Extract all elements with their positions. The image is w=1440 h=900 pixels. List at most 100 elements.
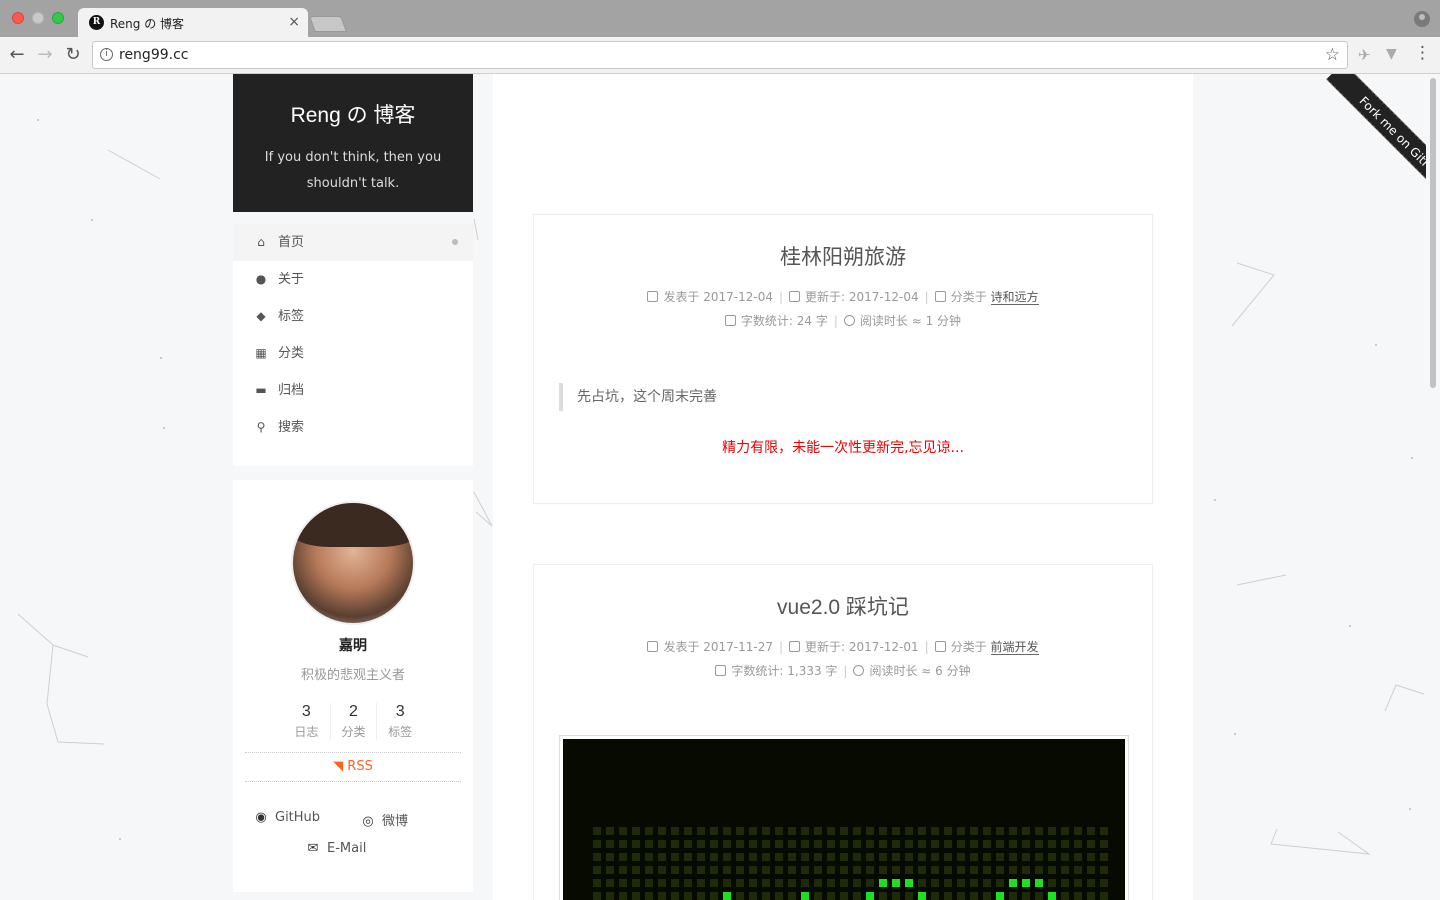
led-dot <box>853 892 861 900</box>
post-title[interactable]: 桂林阳朔旅游 <box>534 241 1152 271</box>
github-ribbon[interactable]: Fork me on GitHub <box>1290 74 1440 224</box>
new-tab-button[interactable] <box>309 16 347 32</box>
led-dot <box>1009 853 1017 861</box>
star-icon[interactable]: ☆ <box>1325 45 1340 65</box>
page-scrollbar[interactable] <box>1426 74 1440 900</box>
state-categories[interactable]: 2 分类 <box>329 703 377 740</box>
led-dot <box>918 892 926 900</box>
led-dot <box>658 853 666 861</box>
state-label: 标签 <box>388 725 413 739</box>
led-dot <box>905 853 913 861</box>
post-title[interactable]: vue2.0 踩坑记 <box>534 591 1152 621</box>
led-dot <box>619 853 627 861</box>
led-dot <box>840 892 848 900</box>
led-dot <box>723 879 731 887</box>
led-dot <box>671 866 679 874</box>
led-dot <box>619 892 627 900</box>
led-dot <box>684 853 692 861</box>
led-dot <box>632 866 640 874</box>
led-dot <box>827 879 835 887</box>
site-subtitle: If you don't think, then you shouldn't t… <box>264 150 442 191</box>
close-tab-icon[interactable]: × <box>288 14 300 30</box>
led-dot <box>944 866 952 874</box>
post-meta: 发表于 2017-11-27 | 更新于: 2017-12-01 | 分类于 前端开发 … <box>534 635 1152 683</box>
led-dot <box>827 866 835 874</box>
state-posts[interactable]: 3 日志 <box>283 703 330 740</box>
post-notice: 精力有限，未能一次性更新完,忘见谅... <box>722 440 964 456</box>
profile-icon[interactable] <box>1414 11 1430 27</box>
menu-item-label: 搜索 <box>278 420 305 435</box>
menu-item-home[interactable]: ⌂ 首页 <box>233 224 473 261</box>
menu-item-tags[interactable]: ◆ 标签 <box>233 298 473 335</box>
address-bar[interactable]: i reng99.cc ☆ <box>92 41 1348 69</box>
post-cover-image[interactable] <box>559 735 1129 900</box>
email-link[interactable]: ✉ E-Mail <box>305 841 367 856</box>
menu-item-search[interactable]: ⚲ 搜索 <box>233 409 473 446</box>
page-viewport: Reng の 博客 If you don't think, then you s… <box>0 74 1440 900</box>
rss-link[interactable]: ◥ RSS <box>245 752 461 782</box>
minimize-window-button[interactable] <box>32 12 44 24</box>
led-dot <box>996 840 1004 848</box>
scrollbar-thumb[interactable] <box>1430 78 1436 388</box>
site-title[interactable]: Reng の 博客 <box>233 99 473 129</box>
info-icon[interactable]: i <box>100 48 113 61</box>
url-text[interactable]: reng99.cc <box>119 47 188 63</box>
led-dot <box>892 892 900 900</box>
led-dot <box>996 879 1004 887</box>
led-dot <box>736 866 744 874</box>
maximize-window-button[interactable] <box>52 12 64 24</box>
led-dot <box>892 879 900 887</box>
led-dot <box>866 892 874 900</box>
weibo-link[interactable]: ◎ 微博 <box>360 810 408 829</box>
led-dot <box>892 827 900 835</box>
back-icon[interactable]: ← <box>6 44 28 66</box>
post-card: 桂林阳朔旅游 发表于 2017-12-04 | 更新于: 2017-12-04 | 分类… <box>533 214 1153 504</box>
led-dot <box>801 840 809 848</box>
led-dot <box>996 892 1004 900</box>
post-category-link[interactable]: 前端开发 <box>990 640 1039 655</box>
reload-icon[interactable]: ↻ <box>62 44 84 66</box>
led-dot <box>918 827 926 835</box>
menu-item-categories[interactable]: ▦ 分类 <box>233 335 473 372</box>
post-category-link[interactable]: 诗和远方 <box>990 290 1039 305</box>
led-dot <box>918 879 926 887</box>
led-dot <box>827 892 835 900</box>
led-dot <box>671 892 679 900</box>
favicon-icon: R <box>89 15 104 30</box>
led-dot <box>944 827 952 835</box>
calendar-check-icon <box>789 291 801 302</box>
site-brand: Reng の 博客 If you don't think, then you s… <box>233 74 473 212</box>
github-ribbon-label[interactable]: Fork me on GitHub <box>1326 74 1440 214</box>
forward-icon[interactable]: → <box>34 44 56 66</box>
meta-divider: | <box>924 290 929 304</box>
post-readtime: 阅读时长 ≈ 1 分钟 <box>859 314 962 328</box>
close-window-button[interactable] <box>12 12 24 24</box>
led-dot <box>1074 866 1082 874</box>
email-label: E-Mail <box>327 841 367 856</box>
led-dot <box>905 840 913 848</box>
state-count: 3 <box>395 703 405 720</box>
led-dot <box>1048 866 1056 874</box>
led-dot <box>1035 892 1043 900</box>
led-dot <box>1035 866 1043 874</box>
state-tags[interactable]: 3 标签 <box>376 703 423 740</box>
led-dot <box>801 879 809 887</box>
led-dot <box>1035 840 1043 848</box>
menu-item-about[interactable]: ● 关于 <box>233 261 473 298</box>
menu-icon[interactable]: ⋮ <box>1414 43 1431 63</box>
led-dot <box>814 892 822 900</box>
meta-divider: | <box>833 314 838 328</box>
site-state: 3 日志 2 分类 3 标签 <box>283 703 423 740</box>
led-dot <box>632 827 640 835</box>
extension-icon[interactable]: ✈ <box>1358 46 1371 64</box>
led-dot <box>710 853 718 861</box>
led-grid <box>593 827 1108 900</box>
meta-divider: | <box>779 290 784 304</box>
led-dot <box>1022 853 1030 861</box>
vue-devtools-icon[interactable]: ▼ <box>1386 46 1397 62</box>
led-dot <box>762 866 770 874</box>
browser-tab[interactable]: R Reng の 博客 × <box>78 8 308 37</box>
menu-item-archives[interactable]: ▬ 归档 <box>233 372 473 409</box>
github-link[interactable]: ◉ GitHub <box>253 810 320 825</box>
led-dot <box>1009 866 1017 874</box>
